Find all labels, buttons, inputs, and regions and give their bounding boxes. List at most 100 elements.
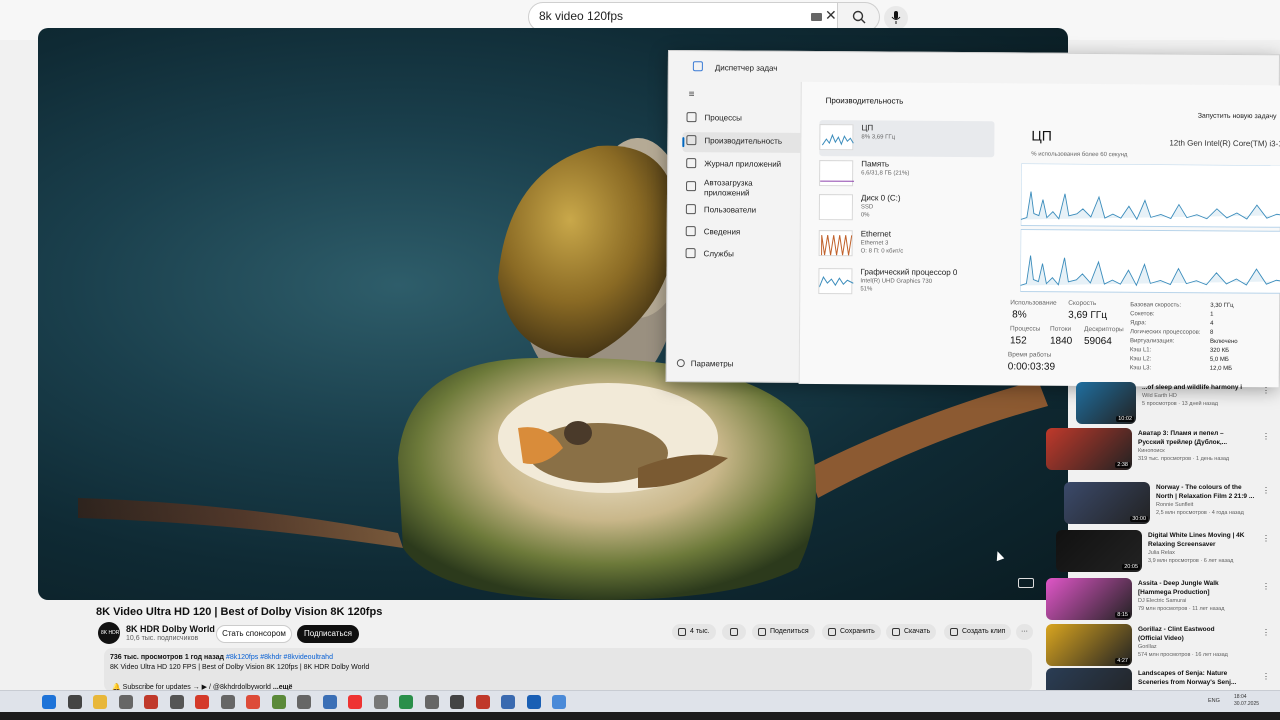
recommendation-title[interactable]: Norway - The colours of the	[1156, 484, 1242, 492]
more-options-icon[interactable]: ⋮	[1262, 628, 1270, 637]
device-memory[interactable]: Память 6,6/31,8 ГБ (21%)	[819, 156, 994, 193]
avatar[interactable]: 8K HDR	[98, 622, 120, 644]
recommendation-title-line2[interactable]: (Official Video)	[1138, 635, 1184, 643]
recommendation-title[interactable]: ...of sleep and wildlife harmony i	[1142, 384, 1242, 392]
app-icon[interactable]	[475, 695, 490, 709]
recommendation-title[interactable]: Аватар 3: Пламя и пепел –	[1138, 430, 1224, 438]
recommendation-channel[interactable]: Ronnie Sunfleit	[1156, 502, 1193, 508]
recommendation-item[interactable]: 20:05 Digital White Lines Moving | 4K Rela…	[1046, 530, 1280, 576]
nav-item-processes[interactable]: Процессы	[682, 109, 812, 130]
more-options-icon[interactable]: ⋮	[1262, 386, 1270, 395]
app-icon[interactable]	[399, 695, 413, 709]
more-options-icon[interactable]: ⋮	[1262, 672, 1270, 681]
recommendation-title[interactable]: Gorillaz - Clint Eastwood	[1138, 626, 1215, 634]
nav-item-app-history[interactable]: Журнал приложений	[682, 155, 812, 176]
nav-label: Журнал приложений	[704, 159, 782, 169]
recommendation-channel[interactable]: Кинопоиск	[1138, 448, 1165, 454]
video-thumbnail[interactable]: 8:15	[1046, 578, 1132, 620]
video-thumbnail[interactable]: 30:00	[1064, 482, 1150, 524]
app-icon[interactable]	[322, 695, 337, 709]
nav-item-performance[interactable]: Производительность	[682, 132, 813, 154]
recommendation-channel[interactable]: Wild Earth HD	[1142, 393, 1177, 399]
share-icon	[758, 628, 766, 636]
run-new-task-button[interactable]: Запустить новую задачу	[1198, 113, 1277, 121]
file-explorer-icon[interactable]	[93, 695, 107, 709]
video-thumbnail[interactable]: 10:02	[1076, 382, 1136, 424]
recommendation-title[interactable]: Assita - Deep Jungle Walk	[1138, 580, 1219, 588]
nav-item-services[interactable]: Службы	[681, 245, 811, 266]
device-ethernet[interactable]: Ethernet Ethernet 3 О: 8 П: 0 кбит/с	[818, 226, 994, 263]
nav-item-startup[interactable]: Автозагрузка приложений	[682, 178, 812, 203]
recommendation-item[interactable]: 4:27 Gorillaz - Clint Eastwood (Official V…	[1046, 624, 1280, 670]
more-options-icon[interactable]: ⋮	[1262, 486, 1270, 495]
app-icon[interactable]	[118, 695, 133, 709]
more-options-icon[interactable]: ⋮	[1262, 582, 1270, 591]
recommendation-title-line2[interactable]: Relaxing Screensaver	[1148, 541, 1216, 549]
task-manager-window[interactable]: Диспетчер задач ≡ Процессы Производитель…	[665, 50, 1280, 388]
app-icon[interactable]	[424, 695, 439, 709]
channel-name[interactable]: 8K HDR Dolby World	[126, 624, 215, 634]
hashtags[interactable]: #8k120fps #8khdr #8kvideoultrahd	[226, 654, 333, 661]
search-query[interactable]: 8k video 120fps	[539, 9, 623, 23]
device-disk[interactable]: Диск 0 (C:) SSD 0%	[818, 190, 994, 227]
video-thumbnail[interactable]: 2:38	[1046, 428, 1132, 470]
video-duration: 20:05	[1122, 564, 1140, 570]
keyboard-icon[interactable]	[811, 13, 822, 21]
description-box[interactable]: 736 тыс. просмотров 1 год назад #8k120fp…	[104, 648, 1032, 692]
recommendation-title[interactable]: Digital White Lines Moving | 4K	[1148, 532, 1244, 540]
recommendation-channel[interactable]: Julia Relax	[1148, 550, 1175, 556]
recommendation-item[interactable]: 10:02 ...of sleep and wildlife harmony iW…	[1046, 382, 1280, 428]
voice-search-button[interactable]	[884, 6, 908, 30]
recommendation-channel[interactable]: DJ Electric Samurai	[1138, 598, 1186, 604]
recommendation-title[interactable]: Landscapes of Senja: Nature	[1138, 670, 1227, 678]
input-language[interactable]: ENG	[1208, 698, 1220, 704]
app-icon[interactable]	[450, 695, 464, 709]
video-thumbnail[interactable]: 4:27	[1046, 624, 1132, 666]
app-icon[interactable]	[373, 695, 388, 709]
recommendation-title-line2[interactable]: [Hammega Production]	[1138, 589, 1210, 597]
share-button[interactable]: Поделиться	[752, 624, 815, 640]
recommendation-channel[interactable]: Gorillaz	[1138, 644, 1157, 650]
more-actions-button[interactable]: ···	[1016, 624, 1033, 640]
app-icon[interactable]	[348, 695, 362, 709]
more-options-icon[interactable]: ⋮	[1262, 432, 1270, 441]
microphone-icon	[891, 11, 901, 24]
chrome-icon[interactable]	[246, 695, 260, 709]
like-button[interactable]: 4 тыс.	[672, 624, 716, 640]
dislike-button[interactable]	[722, 624, 746, 640]
clear-icon[interactable]: ✕	[825, 7, 837, 24]
recommendation-title-line2[interactable]: North | Relaxation Film 2 21:9 ...	[1156, 493, 1254, 501]
settings-button[interactable]: Параметры	[676, 359, 733, 368]
app-icon[interactable]	[501, 695, 515, 709]
recommendation-item[interactable]: 2:38 Аватар 3: Пламя и пепел – Русский тре…	[1046, 428, 1280, 474]
nav-item-details[interactable]: Сведения	[682, 223, 812, 244]
info-icon[interactable]	[526, 695, 541, 709]
app-icon[interactable]	[169, 695, 184, 709]
recommendation-title-line2[interactable]: Русский трейлер (Дублок,...	[1138, 439, 1227, 447]
subscribe-button[interactable]: Подписаться	[297, 625, 359, 643]
more-options-icon[interactable]: ⋮	[1262, 534, 1270, 543]
search-taskbar-icon[interactable]	[67, 695, 82, 709]
save-button[interactable]: Сохранить	[822, 624, 881, 640]
miniplayer-icon[interactable]	[1018, 578, 1034, 588]
task-manager-icon[interactable]	[552, 695, 566, 709]
nav-item-users[interactable]: Пользователи	[682, 201, 812, 222]
windows-start-icon[interactable]	[42, 695, 56, 709]
app-icon[interactable]	[297, 695, 311, 709]
recommendation-item[interactable]: 8:15 Assita - Deep Jungle Walk [Hammega Pr…	[1046, 578, 1280, 624]
recommendation-item[interactable]: 30:00 Norway - The colours of the North | …	[1046, 482, 1280, 528]
app-icon[interactable]	[195, 695, 209, 709]
device-cpu[interactable]: ЦП 8% 3,69 ГГц	[819, 120, 995, 158]
clip-button[interactable]: Создать клип	[944, 624, 1012, 640]
app-icon[interactable]	[144, 695, 158, 709]
join-button[interactable]: Стать спонсором	[216, 625, 292, 643]
app-icon[interactable]	[220, 695, 235, 709]
hamburger-menu-icon[interactable]: ≡	[689, 89, 695, 100]
system-clock[interactable]: 18:04 30.07.2025	[1234, 694, 1259, 708]
recommendation-title-line2[interactable]: Sceneries from Norway's Senj...	[1138, 679, 1236, 687]
download-button[interactable]: Скачать	[886, 624, 937, 640]
device-gpu[interactable]: Графический процессор 0 Intel(R) UHD Gra…	[818, 264, 993, 301]
app-icon[interactable]	[271, 695, 286, 709]
recommendation-meta: 79 млн просмотров · 11 лет назад	[1138, 606, 1225, 612]
video-thumbnail[interactable]: 20:05	[1056, 530, 1142, 572]
